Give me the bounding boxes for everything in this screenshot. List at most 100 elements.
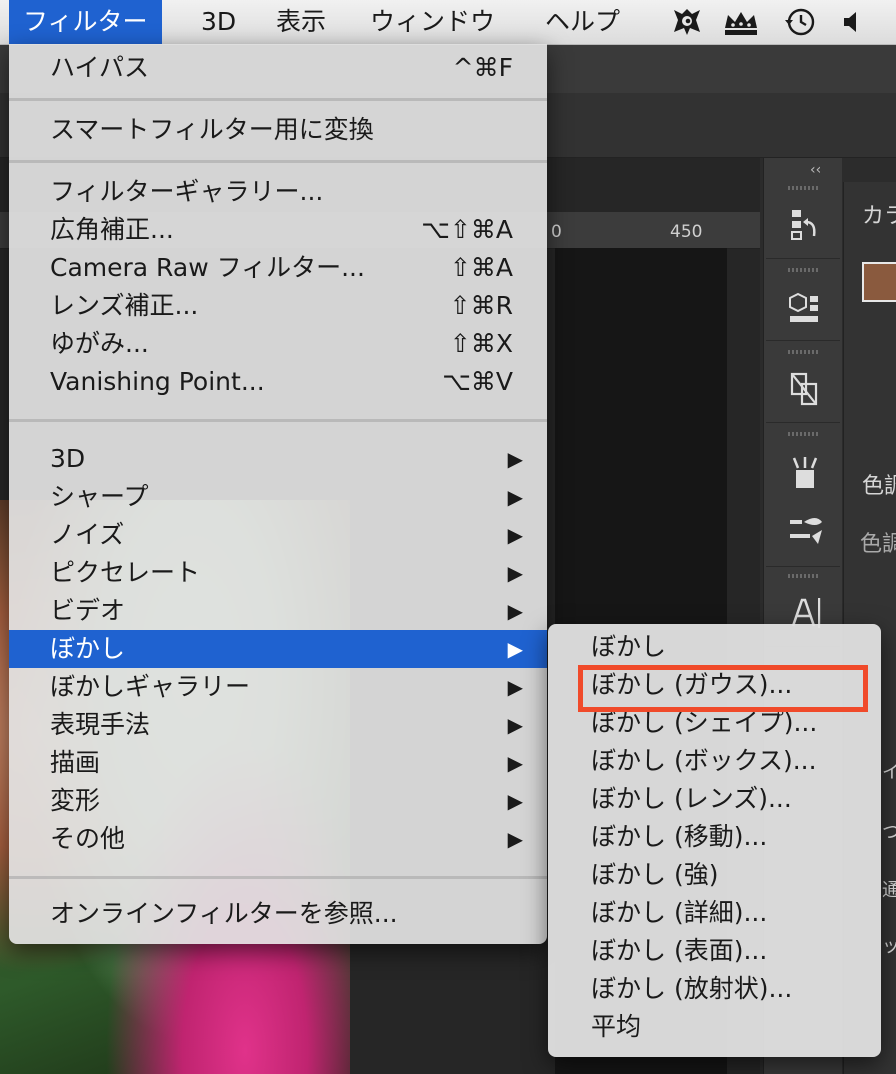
submenu-arrow-icon: ▶ (507, 447, 523, 471)
collapse-panels-icon[interactable]: ‹‹ (810, 162, 821, 178)
submenu-item-label: ぼかし (放射状)... (591, 974, 793, 1003)
menu-item-browse-online-filters[interactable]: オンラインフィルターを参照... (9, 895, 547, 933)
submenu-arrow-icon: ▶ (507, 485, 523, 509)
history-panel-button[interactable] (766, 180, 840, 259)
menu-separator (9, 160, 547, 163)
transform-icon (790, 372, 818, 406)
menu-item-filter-gallery[interactable]: フィルターギャラリー... (9, 173, 547, 211)
3d-panel-button[interactable] (766, 262, 840, 341)
panel-grip (788, 268, 818, 272)
adjustments-panel-tab[interactable]: 色調 (862, 468, 896, 500)
submenu-arrow-icon: ▶ (507, 827, 523, 851)
menu-item-shortcut: ⌥⇧⌘A (421, 215, 513, 244)
submenu-item-label: ぼかし (591, 632, 667, 661)
3d-layers-icon (789, 292, 818, 322)
menubar-window[interactable]: ウィンドウ (356, 0, 509, 44)
menu-separator (9, 876, 547, 879)
properties-panel-button[interactable] (766, 344, 840, 423)
menu-item-label: ぼかし (50, 634, 126, 663)
menu-item-high-pass[interactable]: ハイパス ^⌘F (9, 49, 547, 87)
submenu-arrow-icon: ▶ (507, 751, 523, 775)
submenu-item-motion-blur[interactable]: ぼかし (移動)... (548, 818, 881, 856)
volume-icon[interactable] (840, 6, 864, 38)
menubar-3d[interactable]: 3D (187, 0, 250, 44)
menu-item-distort[interactable]: 変形 ▶ (9, 782, 547, 820)
submenu-item-label: ぼかし (強) (591, 860, 719, 889)
creative-cloud-icon[interactable] (670, 6, 704, 38)
submenu-arrow-icon: ▶ (507, 523, 523, 547)
menu-item-noise[interactable]: ノイズ ▶ (9, 516, 547, 554)
menu-item-convert-smart-filter[interactable]: スマートフィルター用に変換 (9, 111, 547, 149)
submenu-item-blur[interactable]: ぼかし (548, 628, 881, 666)
layers-tab-fragment[interactable]: イ (882, 758, 896, 784)
layers-kind-fragment: つ (882, 822, 896, 843)
menu-item-camera-raw[interactable]: Camera Raw フィルター... ⇧⌘A (9, 249, 547, 287)
menubar-help[interactable]: ヘルプ (531, 0, 634, 44)
submenu-item-lens-blur[interactable]: ぼかし (レンズ)... (548, 780, 881, 818)
menu-item-label: 描画 (50, 748, 101, 777)
submenu-arrow-icon: ▶ (507, 713, 523, 737)
menu-item-stylize[interactable]: 表現手法 ▶ (9, 706, 547, 744)
adjustments-label: 色調 (860, 532, 896, 557)
panel-grip (788, 574, 818, 578)
submenu-item-label: ぼかし (詳細)... (591, 898, 768, 927)
highlight-callout (578, 665, 868, 712)
menubar: フィルター 3D 表示 ウィンドウ ヘルプ (0, 0, 896, 45)
menu-item-label: ノイズ (50, 520, 125, 549)
panel-grip (788, 350, 818, 354)
menu-item-label: ぼかしギャラリー (50, 672, 251, 701)
blend-mode-fragment[interactable]: 通常 (882, 876, 896, 902)
menu-item-shortcut: ⇧⌘R (449, 291, 513, 320)
crown-icon[interactable] (722, 6, 760, 38)
submenu-item-label: ぼかし (レンズ)... (591, 784, 792, 813)
menu-item-label: オンラインフィルターを参照... (50, 899, 398, 928)
menu-item-label: レンズ補正... (50, 291, 199, 320)
menu-item-label: スマートフィルター用に変換 (50, 115, 374, 144)
menu-item-blur-gallery[interactable]: ぼかしギャラリー ▶ (9, 668, 547, 706)
menu-item-label: その他 (50, 824, 126, 853)
menu-item-shortcut: ⌥⌘V (442, 367, 513, 396)
menu-item-adaptive-wide-angle[interactable]: 広角補正... ⌥⇧⌘A (9, 211, 547, 249)
menu-item-shortcut: ⇧⌘A (449, 253, 513, 282)
submenu-item-blur-more[interactable]: ぼかし (強) (548, 856, 881, 894)
submenu-arrow-icon: ▶ (507, 789, 523, 813)
menu-item-video[interactable]: ビデオ ▶ (9, 592, 547, 630)
submenu-item-surface-blur[interactable]: ぼかし (表面)... (548, 932, 881, 970)
menu-item-blur[interactable]: ぼかし ▶ (9, 630, 547, 668)
menu-separator (9, 98, 547, 101)
menu-item-other[interactable]: その他 ▶ (9, 820, 547, 858)
menu-item-pixelate[interactable]: ピクセレート ▶ (9, 554, 547, 592)
submenu-item-box-blur[interactable]: ぼかし (ボックス)... (548, 742, 881, 780)
menu-item-sharpen[interactable]: シャープ ▶ (9, 478, 547, 516)
menu-item-label: 変形 (50, 786, 101, 815)
lock-fragment: ッ (882, 936, 896, 957)
brush-settings-icon (790, 518, 822, 544)
menu-item-label: ピクセレート (50, 558, 201, 587)
menu-item-label: ビデオ (50, 596, 126, 625)
panel-grip (788, 186, 818, 190)
color-panel-tab[interactable]: カラ (862, 198, 896, 230)
menu-item-label: シャープ (50, 482, 149, 511)
menu-item-liquify[interactable]: ゆがみ... ⇧⌘X (9, 325, 547, 363)
submenu-item-average[interactable]: 平均 (548, 1008, 881, 1046)
menu-item-lens-correction[interactable]: レンズ補正... ⇧⌘R (9, 287, 547, 325)
ruler-tick: 0 (551, 222, 562, 242)
menubar-filter[interactable]: フィルター (9, 0, 162, 44)
submenu-item-label: ぼかし (ボックス)... (591, 746, 817, 775)
menu-item-label: 表現手法 (50, 710, 151, 739)
submenu-item-radial-blur[interactable]: ぼかし (放射状)... (548, 970, 881, 1008)
menu-item-vanishing-point[interactable]: Vanishing Point... ⌥⌘V (9, 363, 547, 401)
brush-panel-button[interactable] (766, 426, 840, 567)
time-machine-icon[interactable] (783, 6, 817, 38)
menu-item-label: ゆがみ... (50, 329, 149, 358)
menubar-view[interactable]: 表示 (262, 0, 340, 44)
ruler-tick: 450 (670, 222, 703, 242)
foreground-color-swatch[interactable] (862, 262, 896, 302)
menu-item-3d[interactable]: 3D ▶ (9, 440, 547, 478)
menu-item-render[interactable]: 描画 ▶ (9, 744, 547, 782)
submenu-item-smart-blur[interactable]: ぼかし (詳細)... (548, 894, 881, 932)
submenu-item-label: ぼかし (表面)... (591, 936, 768, 965)
menu-item-shortcut: ^⌘F (452, 53, 513, 82)
submenu-arrow-icon: ▶ (507, 561, 523, 585)
submenu-arrow-icon: ▶ (507, 599, 523, 623)
